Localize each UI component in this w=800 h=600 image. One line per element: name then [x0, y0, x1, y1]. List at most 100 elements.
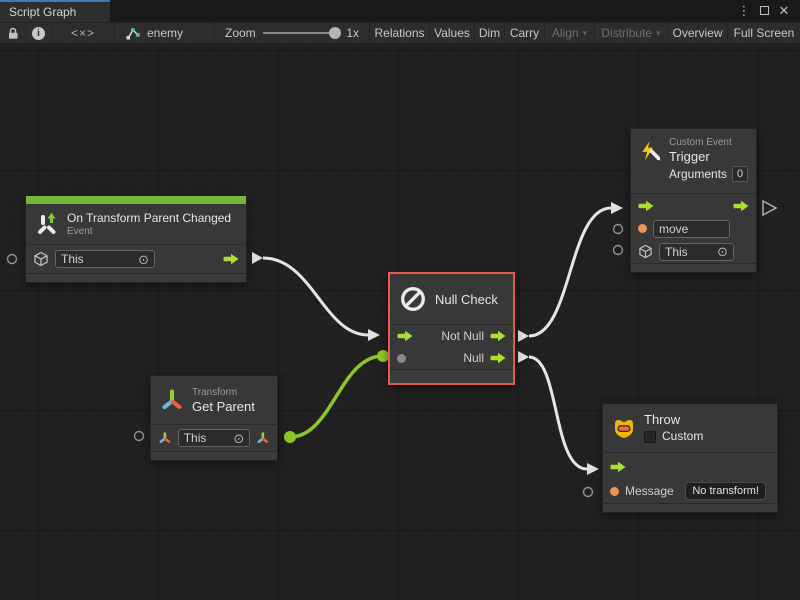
wire-getparent-to-nullcheck[interactable] — [290, 356, 383, 437]
event-node-subtitle: Event — [67, 226, 231, 238]
node-on-transform-parent-changed[interactable]: On Transform Parent Changed Event This ⊙ — [25, 195, 247, 283]
nullcheck-notnull-arrow[interactable] — [490, 330, 506, 342]
event-this-row: This ⊙ — [26, 245, 246, 273]
toolbar-button-distribute[interactable]: Distribute ▾ — [595, 23, 668, 43]
lock-button[interactable] — [0, 23, 26, 43]
null-check-icon — [398, 284, 428, 314]
port-trigger-flow-out[interactable] — [763, 201, 776, 215]
info-button[interactable]: i — [26, 23, 52, 43]
getparent-target-picker-icon[interactable]: ⊙ — [233, 432, 244, 445]
port-event-this-in[interactable] — [8, 255, 17, 264]
trigger-node-title: Trigger — [669, 149, 748, 164]
node-null-check[interactable]: Null Check Not Null Null — [388, 272, 515, 385]
close-icon[interactable]: ✕ — [776, 3, 792, 19]
dim-label: Dim — [479, 26, 500, 40]
align-caret-icon: ▾ — [583, 28, 588, 39]
trigger-target-picker-icon[interactable]: ⊙ — [717, 245, 728, 258]
node-throw[interactable]: Throw Custom Message No transform! — [602, 403, 778, 513]
throw-node-footer — [603, 503, 777, 512]
trigger-name-dot[interactable] — [638, 224, 647, 233]
getparent-this-field[interactable]: This ⊙ — [178, 429, 251, 447]
nullcheck-notnull-label: Not Null — [441, 329, 484, 343]
edit-graph-button[interactable]: <×> — [52, 23, 115, 43]
port-event-flow-out[interactable] — [252, 252, 263, 264]
wire-event-to-nullcheck[interactable] — [263, 258, 368, 335]
throw-message-input[interactable]: No transform! — [685, 482, 766, 500]
window-controls: ⋮ ✕ — [736, 0, 800, 22]
toolbar-button-align[interactable]: Align ▾ — [545, 23, 595, 43]
toolbar-button-dim[interactable]: Dim — [475, 23, 505, 43]
node-get-parent[interactable]: Transform Get Parent This ⊙ — [150, 375, 278, 461]
toolbar-button-overview[interactable]: Overview — [668, 23, 728, 43]
event-accent-bar — [26, 196, 246, 204]
trigger-this-value: This — [665, 245, 688, 259]
wire-notnull-to-trigger[interactable] — [529, 208, 611, 336]
maximize-box — [760, 6, 769, 15]
throw-custom-label: Custom — [662, 429, 703, 444]
port-nullcheck-flow-in[interactable] — [368, 329, 380, 341]
port-getparent-value-out[interactable] — [284, 431, 296, 443]
tab-script-graph[interactable]: Script Graph — [0, 0, 110, 22]
nullcheck-flow-in-arrow[interactable] — [397, 330, 413, 342]
event-flow-out-arrow[interactable] — [223, 253, 239, 265]
nullcheck-null-arrow[interactable] — [490, 352, 506, 364]
getparent-node-header: Transform Get Parent — [151, 376, 277, 424]
code-icon: <×> — [71, 26, 95, 40]
port-trigger-flow-in[interactable] — [611, 202, 623, 214]
port-trigger-name-in[interactable] — [614, 225, 623, 234]
trigger-name-row: move — [631, 217, 756, 240]
trigger-flow-out-arrow[interactable] — [733, 200, 749, 212]
nullcheck-node-header: Null Check — [390, 274, 513, 324]
toolbar-button-relations[interactable]: Relations — [370, 23, 430, 43]
throw-message-row: Message No transform! — [603, 479, 777, 503]
transform-icon — [159, 387, 185, 413]
zoom-value: 1x — [346, 26, 359, 40]
nullcheck-value-in-dot[interactable] — [397, 354, 406, 363]
wire-null-to-throw[interactable] — [529, 357, 587, 469]
toolbar-button-carry[interactable]: Carry — [505, 23, 545, 43]
port-nullcheck-notnull-out[interactable] — [518, 330, 529, 342]
getparent-node-footer — [151, 451, 277, 460]
menu-icon[interactable]: ⋮ — [736, 3, 752, 19]
graph-toolbar: i <×> enemy Zoom 1x Relations Values Dim… — [0, 22, 800, 44]
trigger-name-input[interactable]: move — [653, 220, 730, 238]
zoom-slider-handle[interactable] — [329, 27, 341, 39]
port-trigger-this-in[interactable] — [614, 246, 623, 255]
port-throw-message-in[interactable] — [584, 488, 593, 497]
graph-name-cell[interactable]: enemy — [115, 23, 215, 43]
graph-icon — [125, 25, 141, 41]
throw-node-header: Throw Custom — [603, 404, 777, 452]
tab-bar: Script Graph ⋮ ✕ — [0, 0, 800, 22]
trigger-name-value: move — [659, 222, 688, 236]
trigger-this-field[interactable]: This ⊙ — [659, 243, 734, 261]
transform-out-icon[interactable] — [256, 431, 270, 445]
port-nullcheck-null-out[interactable] — [518, 351, 529, 363]
throw-flow-in-arrow[interactable] — [610, 461, 626, 473]
toolbar-button-values[interactable]: Values — [430, 23, 475, 43]
trigger-arguments-input[interactable]: 0 — [732, 166, 748, 182]
transform-port-icon[interactable] — [158, 431, 172, 445]
gameobject-cube-icon — [33, 251, 49, 267]
zoom-slider[interactable] — [263, 32, 340, 34]
getparent-this-row: This ⊙ — [151, 425, 277, 451]
toolbar-button-fullscreen[interactable]: Full Screen — [728, 23, 800, 43]
nullcheck-node-footer — [390, 369, 513, 383]
throw-error-icon — [611, 416, 637, 440]
event-target-picker-icon[interactable]: ⊙ — [138, 253, 149, 266]
port-throw-flow-in[interactable] — [587, 463, 599, 475]
port-getparent-this-in[interactable] — [135, 432, 144, 441]
getparent-node-category: Transform — [192, 387, 255, 399]
fullscreen-label: Full Screen — [734, 26, 795, 40]
maximize-icon[interactable] — [756, 3, 772, 19]
overview-label: Overview — [673, 26, 723, 40]
trigger-flow-in-arrow[interactable] — [638, 200, 654, 212]
distribute-caret-icon: ▾ — [656, 28, 661, 39]
graph-name: enemy — [147, 26, 183, 40]
node-trigger-custom-event[interactable]: Custom Event Trigger Arguments 0 — [630, 128, 757, 273]
throw-message-dot[interactable] — [610, 487, 619, 496]
throw-custom-checkbox[interactable] — [644, 431, 656, 443]
graph-canvas[interactable]: On Transform Parent Changed Event This ⊙ — [0, 44, 800, 600]
event-this-field[interactable]: This ⊙ — [55, 250, 155, 268]
throw-node-title: Throw — [644, 412, 703, 427]
values-label: Values — [434, 26, 470, 40]
